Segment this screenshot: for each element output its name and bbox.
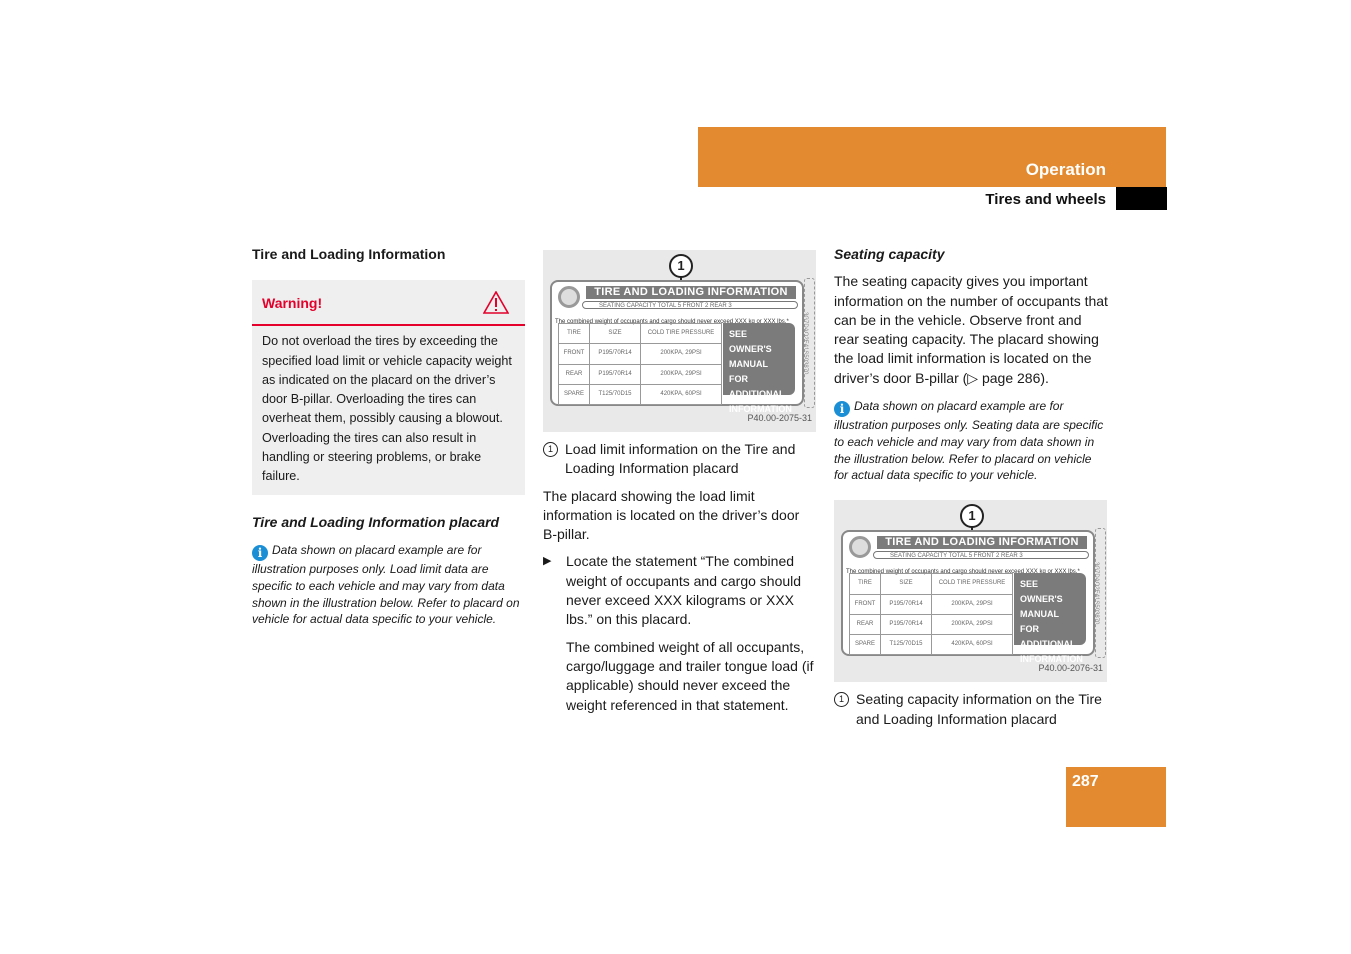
legend-text: Seating capacity information on the Tire… xyxy=(856,691,1102,727)
table-row: TIRE SIZE COLD TIRE PRESSURE xyxy=(849,573,1013,595)
table-cell: COLD TIRE PRESSURE xyxy=(931,573,1013,595)
placard-seating: SEATING CAPACITY TOTAL 5 FRONT 2 REAR 3 xyxy=(582,301,798,309)
table-cell: SIZE xyxy=(880,573,932,595)
table-cell: TIRE xyxy=(558,322,590,345)
placard: TIRE AND LOADING INFORMATION SEATING CAP… xyxy=(550,280,804,414)
seating-heading: Seating capacity xyxy=(834,246,945,262)
table-cell: T125/70D15 xyxy=(880,634,932,656)
table-row: REAR P195/70R14 200KPA, 29PSI xyxy=(849,613,1013,636)
step-text: Locate the statement “The combined weigh… xyxy=(566,553,802,628)
legend-number: 1 xyxy=(543,442,558,457)
table-cell: REAR xyxy=(558,363,590,385)
page-number-box: 287 xyxy=(1066,767,1166,827)
table-cell: P195/70R14 xyxy=(589,343,641,365)
tire-icon xyxy=(849,536,871,559)
info-text: Data shown on placard example are for il… xyxy=(834,399,1104,483)
placard-figure: 1 TIRE AND LOADING INFORMATION SEATING C… xyxy=(834,500,1107,683)
table-cell: SIZE xyxy=(589,322,641,345)
table-cell: REAR xyxy=(849,613,881,636)
thumb-tab xyxy=(1116,187,1167,210)
figure-code: P40.00-2075-31 xyxy=(747,412,812,423)
placard-seating: SEATING CAPACITY TOTAL 5 FRONT 2 REAR 3 xyxy=(873,551,1089,560)
legend-item: 1 Load limit information on the Tire and… xyxy=(543,440,817,479)
table-cell: 200KPA, 29PSI xyxy=(640,363,722,385)
placard-see-owners: SEE OWNER'S MANUAL FOR ADDITIONAL INFORM… xyxy=(1014,573,1086,664)
column-right: Seating capacity The seating capacity gi… xyxy=(834,245,1108,729)
warning-text: Do not overload the tires by exceeding t… xyxy=(262,334,512,484)
warning-triangle-icon xyxy=(483,291,509,315)
subheading-placard: Tire and Loading Information placard xyxy=(252,513,500,530)
table-cell: FRONT xyxy=(558,343,590,365)
subsection-title: Tires and wheels xyxy=(985,191,1106,208)
placard-see-owners: SEE OWNER'S MANUAL FOR ADDITIONAL INFORM… xyxy=(723,323,795,414)
table-row: SPARE T125/70D15 420KPA, 60PSI xyxy=(849,634,1013,656)
table-row: SPARE T125/70D15 420KPA, 60PSI xyxy=(558,383,722,406)
warning-box: Warning! Do not overload the tires by ex… xyxy=(252,280,525,495)
placard-title: TIRE AND LOADING INFORMATION xyxy=(586,286,796,299)
table-cell: COLD TIRE PRESSURE xyxy=(640,322,722,345)
bullet-arrow-icon: ▶ xyxy=(543,555,552,568)
table-cell: 200KPA, 29PSI xyxy=(640,343,722,365)
callout-number: 1 xyxy=(960,504,984,529)
table-cell: 420KPA, 60PSI xyxy=(640,383,722,406)
table-row: REAR P195/70R14 200KPA, 29PSI xyxy=(558,363,722,385)
legend-item: 1 Seating capacity information on the Ti… xyxy=(834,690,1108,729)
legend-number: 1 xyxy=(834,692,849,708)
table-row: FRONT P195/70R14 200KPA, 29PSI xyxy=(558,343,722,365)
warning-title: Warning! xyxy=(262,295,323,312)
table-cell: T125/70D15 xyxy=(589,383,641,406)
section-title: Operation xyxy=(1025,160,1106,179)
table-cell: P195/70R14 xyxy=(880,593,932,615)
placard-table: TIRE SIZE COLD TIRE PRESSURE FRONT P195/… xyxy=(558,322,722,406)
info-icon: i xyxy=(252,544,268,561)
placard-vin-strip: 3G7DAO2E41S503870 xyxy=(804,278,815,408)
table-cell: SPARE xyxy=(558,383,590,406)
step-note: The combined weight of all occupants, ca… xyxy=(566,638,814,713)
table-cell: SPARE xyxy=(849,634,881,656)
info-note: i Data shown on placard example are for i… xyxy=(834,398,1108,484)
table-cell: P195/70R14 xyxy=(880,613,932,636)
table-cell: 420KPA, 60PSI xyxy=(931,634,1013,656)
instruction-step: ▶ Locate the statement “The combined wei… xyxy=(543,552,817,629)
info-text: Data shown on placard example are for il… xyxy=(252,542,520,627)
info-note: i Data shown on placard example are for i… xyxy=(252,542,526,628)
table-cell: FRONT xyxy=(849,593,881,615)
info-icon: i xyxy=(834,401,850,418)
section-heading: Tire and Loading Information xyxy=(252,246,446,262)
placard-table: TIRE SIZE COLD TIRE PRESSURE FRONT P195/… xyxy=(849,573,1013,656)
column-middle: 1 TIRE AND LOADING INFORMATION SEATING C… xyxy=(543,250,817,715)
table-row: FRONT P195/70R14 200KPA, 29PSI xyxy=(849,593,1013,615)
paragraph: The placard showing the load limit infor… xyxy=(543,487,800,543)
table-row: TIRE SIZE COLD TIRE PRESSURE xyxy=(558,322,722,345)
paragraph: The seating capacity gives you important… xyxy=(834,273,1108,386)
warning-header: Warning! xyxy=(252,280,525,327)
page-number: 287 xyxy=(1072,773,1099,790)
legend-text: Load limit information on the Tire and L… xyxy=(565,441,796,477)
figure-code: P40.00-2076-31 xyxy=(1038,662,1103,673)
placard-title: TIRE AND LOADING INFORMATION xyxy=(877,536,1087,550)
callout-number: 1 xyxy=(669,254,693,278)
placard: TIRE AND LOADING INFORMATION SEATING CAP… xyxy=(841,530,1095,664)
placard-figure: 1 TIRE AND LOADING INFORMATION SEATING C… xyxy=(543,250,816,432)
tire-icon xyxy=(558,286,580,308)
table-cell: 200KPA, 29PSI xyxy=(931,613,1013,636)
placard-vin-strip: 3G7DAO2E41S503870 xyxy=(1095,528,1106,659)
table-cell: P195/70R14 xyxy=(589,363,641,385)
table-cell: TIRE xyxy=(849,573,881,595)
table-cell: 200KPA, 29PSI xyxy=(931,593,1013,615)
column-left: Tire and Loading Information Warning! Do… xyxy=(252,245,526,628)
